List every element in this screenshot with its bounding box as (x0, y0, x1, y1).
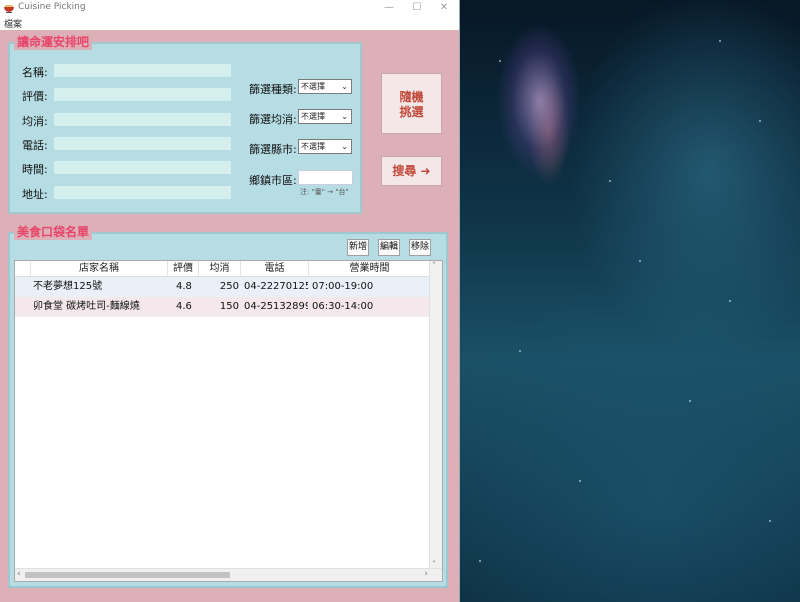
random-pick-button[interactable]: 隨機 挑選 (381, 73, 442, 134)
cell-name: 卯食堂 碳烤吐司-麵線燒 (33, 301, 140, 312)
desktop-wallpaper (459, 0, 800, 602)
table-row[interactable]: 不老夢想125號 4.8 250 04-22270125 07:00-19:00… (15, 277, 435, 297)
cell-phone: 04-25132899 (244, 301, 308, 312)
maximize-button[interactable]: ☐ (405, 0, 429, 16)
district-note: 注: "臺" → "台" (300, 188, 349, 196)
column-header-phone[interactable]: 電話 (241, 261, 309, 276)
price-filter-label: 篩選均消: (249, 113, 297, 126)
search-button-label: 搜尋 ➜ (392, 164, 431, 178)
field-label-hours: 時間: (22, 163, 48, 176)
cell-rating: 4.6 (176, 301, 192, 312)
field-label-price: 均消: (22, 115, 48, 128)
cell-price: 150 (219, 301, 239, 312)
category-select[interactable]: 不選擇 ⌄ (298, 79, 352, 94)
scroll-up-icon[interactable]: ˄ (432, 261, 436, 270)
chevron-down-icon: ⌄ (341, 112, 348, 121)
header-spacer (15, 261, 31, 276)
list-header: 店家名稱 評價 均消 電話 營業時間 (15, 261, 431, 277)
address-field[interactable] (54, 186, 231, 199)
horizontal-scroll-thumb[interactable] (25, 572, 230, 578)
column-header-price[interactable]: 均消 (199, 261, 241, 276)
city-select-value: 不選擇 (301, 142, 325, 151)
city-select[interactable]: 不選擇 ⌄ (298, 139, 352, 154)
scroll-right-icon[interactable]: › (424, 569, 428, 580)
bowl-icon (4, 5, 14, 13)
cell-name: 不老夢想125號 (33, 281, 103, 292)
column-header-name[interactable]: 店家名稱 (31, 261, 168, 276)
search-button[interactable]: 搜尋 ➜ (381, 156, 442, 186)
menu-bar: 檔案 (0, 16, 459, 30)
restaurant-list[interactable]: 店家名稱 評價 均消 電話 營業時間 不老夢想125號 4.8 250 04-2… (14, 260, 443, 582)
phone-field[interactable] (54, 137, 231, 150)
table-row[interactable]: 卯食堂 碳烤吐司-麵線燒 4.6 150 04-25132899 06:30-1… (15, 297, 435, 317)
app-window: Cuisine Picking — ☐ ✕ 檔案 讓命運安排吧 名稱: 評價: … (0, 0, 460, 602)
window-title: Cuisine Picking (18, 2, 86, 12)
price-select[interactable]: 不選擇 ⌄ (298, 109, 352, 124)
scroll-left-icon[interactable]: ‹ (17, 569, 21, 580)
category-select-value: 不選擇 (301, 82, 325, 91)
random-pick-label-2: 挑選 (399, 105, 424, 119)
list-group-title: 美食口袋名單 (14, 224, 93, 240)
add-button[interactable]: 新增 (347, 239, 369, 256)
district-label: 鄉鎮市區: (249, 174, 297, 187)
column-header-hours[interactable]: 營業時間 (309, 261, 431, 276)
title-bar[interactable]: Cuisine Picking — ☐ ✕ (0, 0, 459, 16)
cell-price: 250 (219, 281, 239, 292)
random-pick-label-1: 隨機 (399, 90, 424, 104)
close-button[interactable]: ✕ (432, 0, 456, 16)
horizontal-scrollbar[interactable]: ‹ › (15, 568, 442, 581)
chevron-down-icon: ⌄ (341, 142, 348, 151)
cell-phone: 04-22270125 (244, 281, 308, 292)
price-field[interactable] (54, 113, 231, 126)
hours-field[interactable] (54, 161, 231, 174)
field-label-phone: 電話: (22, 139, 48, 152)
chevron-down-icon: ⌄ (341, 82, 348, 91)
cell-hours: 07:00-19:00 (312, 281, 374, 292)
menu-file[interactable]: 檔案 (4, 17, 22, 30)
column-header-rating[interactable]: 評價 (168, 261, 199, 276)
rating-field[interactable] (54, 88, 231, 101)
price-select-value: 不選擇 (301, 112, 325, 121)
remove-button[interactable]: 移除 (409, 239, 431, 256)
field-label-rating: 評價: (22, 90, 48, 103)
cell-hours: 06:30-14:00 (312, 301, 374, 312)
category-filter-label: 篩選種類: (249, 83, 297, 96)
field-label-name: 名稱: (22, 66, 48, 79)
field-label-address: 地址: (22, 188, 48, 201)
city-filter-label: 篩選縣市: (249, 143, 297, 156)
minimize-button[interactable]: — (377, 0, 401, 16)
cell-rating: 4.8 (176, 281, 192, 292)
name-field[interactable] (54, 64, 231, 77)
vertical-scrollbar[interactable]: ˄ ˅ (429, 261, 442, 581)
district-input[interactable] (298, 170, 353, 185)
picker-group-title: 讓命運安排吧 (14, 34, 93, 50)
edit-button[interactable]: 編輯 (378, 239, 400, 256)
